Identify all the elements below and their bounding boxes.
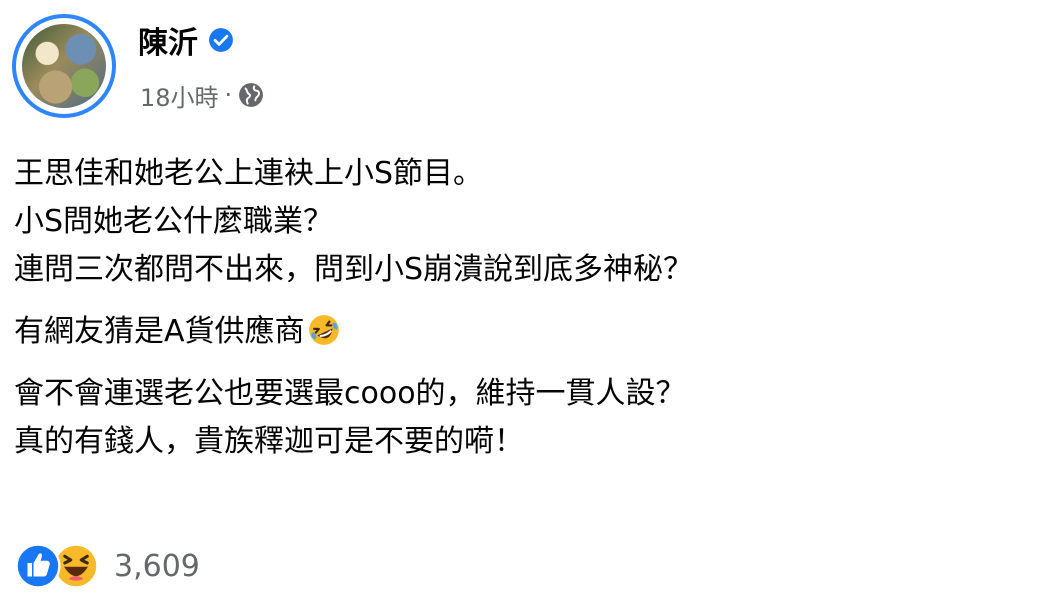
post-text-line: 會不會連選老公也要選最cooo的，維持一貫人設？ [14, 376, 686, 411]
avatar[interactable] [22, 24, 106, 108]
post-text-line-with-emoji: 有網友猜是A貨供應商 [14, 308, 1044, 356]
post-text-line: 王思佳和她老公上連袂上小S節目。 [14, 156, 484, 191]
facebook-post: 陳沂 18小時 · 王思佳和她老公上連袂上小S節目。 小S問她老公什麼職業？ 連… [0, 0, 1060, 596]
verified-badge-icon [209, 28, 233, 52]
profile-avatar-ring[interactable] [12, 14, 116, 118]
globe-icon[interactable] [238, 82, 264, 108]
reaction-count[interactable]: 3,609 [114, 549, 200, 584]
author-name[interactable]: 陳沂 [138, 18, 198, 62]
post-text-line: 真的有錢人，貴族釋迦可是不要的嗬！ [14, 424, 524, 459]
rolling-laughing-emoji-icon [308, 315, 339, 345]
post-text-line: 小S問她老公什麼職業？ [14, 204, 334, 239]
post-text-line: 連問三次都問不出來，問到小S崩潰說到底多神秘？ [14, 252, 694, 287]
post-timestamp[interactable]: 18小時 [140, 78, 219, 113]
reactions-summary[interactable]: 3,609 [14, 540, 200, 592]
post-body: 王思佳和她老公上連袂上小S節目。 小S問她老公什麼職業？ 連問三次都問不出來，問… [14, 150, 1044, 466]
like-reaction-icon[interactable] [14, 542, 62, 590]
post-meta: 18小時 · [140, 78, 264, 112]
meta-separator: · [224, 81, 233, 109]
post-text-line: 有網友猜是A貨供應商 [14, 314, 305, 349]
post-header: 陳沂 [138, 18, 234, 62]
